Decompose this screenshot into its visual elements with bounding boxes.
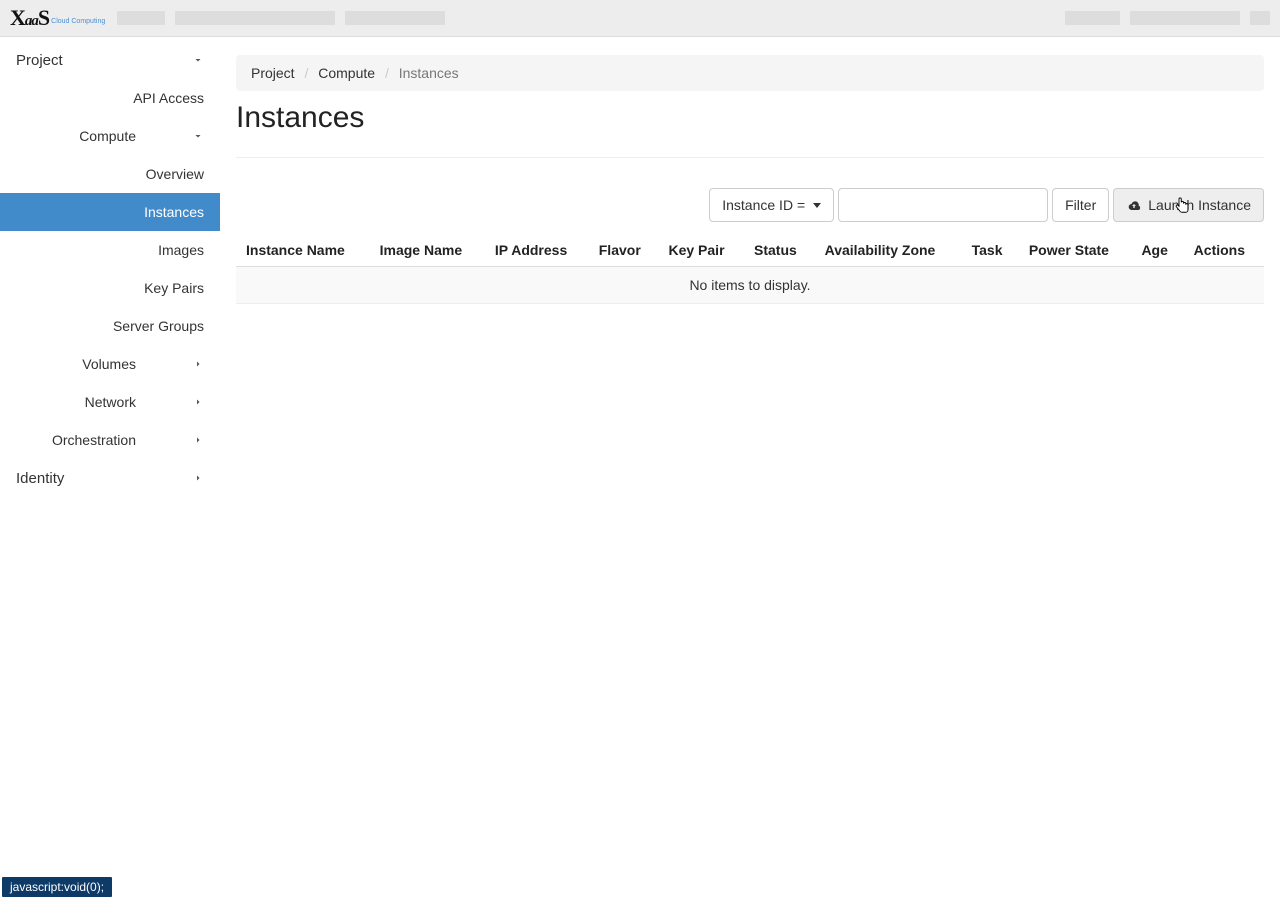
sidebar-item-label: Instances (144, 204, 204, 220)
topbar-right-placeholders (1065, 11, 1270, 25)
topbar: XaaS Cloud Computing (0, 0, 1280, 37)
sidebar-item-compute[interactable]: Compute (0, 117, 220, 155)
sidebar-item-label: Key Pairs (144, 280, 204, 296)
chevron-down-icon (192, 54, 204, 66)
sidebar-item-label: Overview (146, 166, 204, 182)
breadcrumb-sep: / (379, 65, 395, 81)
sidebar-item-label: Identity (16, 470, 64, 487)
caret-down-icon (813, 203, 821, 208)
filter-button-label: Filter (1065, 197, 1096, 213)
chevron-right-icon (192, 396, 204, 408)
filter-key-dropdown[interactable]: Instance ID = (709, 188, 834, 222)
col-availability-zone[interactable]: Availability Zone (815, 234, 962, 267)
table-toolbar: Instance ID = Filter Launch Instance (236, 188, 1264, 222)
topbar-left-placeholders (117, 11, 445, 25)
sidebar-item-label: Project (16, 52, 63, 69)
col-flavor[interactable]: Flavor (589, 234, 659, 267)
breadcrumb-compute[interactable]: Compute (318, 65, 375, 81)
filter-value-input[interactable] (838, 188, 1048, 222)
col-ip-address[interactable]: IP Address (485, 234, 589, 267)
sidebar-item-volumes[interactable]: Volumes (0, 345, 220, 383)
breadcrumb-sep: / (298, 65, 314, 81)
filter-key-label: Instance ID = (722, 197, 805, 213)
brand[interactable]: XaaS Cloud Computing (10, 5, 105, 31)
table-header-row: Instance Name Image Name IP Address Flav… (236, 234, 1264, 267)
status-bar-link: javascript:void(0); (2, 877, 112, 897)
filter-button[interactable]: Filter (1052, 188, 1109, 222)
sidebar-item-instances[interactable]: Instances (0, 193, 220, 231)
chevron-down-icon (192, 130, 204, 142)
chevron-right-icon (192, 434, 204, 446)
sidebar-item-project[interactable]: Project (0, 41, 220, 79)
main-content: Project / Compute / Instances Instances … (220, 37, 1280, 899)
col-age[interactable]: Age (1131, 234, 1183, 267)
breadcrumb-current: Instances (399, 65, 459, 81)
page-title: Instances (236, 101, 1264, 135)
chevron-right-icon (192, 472, 204, 484)
chevron-right-icon (192, 358, 204, 370)
col-task[interactable]: Task (962, 234, 1019, 267)
col-key-pair[interactable]: Key Pair (658, 234, 744, 267)
sidebar-item-api-access[interactable]: API Access (0, 79, 220, 117)
brand-sub: Cloud Computing (51, 18, 105, 25)
breadcrumb: Project / Compute / Instances (236, 55, 1264, 91)
col-instance-name[interactable]: Instance Name (236, 234, 370, 267)
sidebar-item-label: Volumes (0, 356, 192, 372)
sidebar-item-label: Compute (0, 128, 192, 144)
cloud-upload-icon (1126, 199, 1142, 211)
col-image-name[interactable]: Image Name (370, 234, 485, 267)
launch-instance-button[interactable]: Launch Instance (1113, 188, 1264, 222)
title-divider (236, 157, 1264, 158)
sidebar-item-key-pairs[interactable]: Key Pairs (0, 269, 220, 307)
launch-button-label: Launch Instance (1148, 197, 1251, 213)
instances-table: Instance Name Image Name IP Address Flav… (236, 234, 1264, 304)
sidebar-item-label: Network (0, 394, 192, 410)
sidebar-item-overview[interactable]: Overview (0, 155, 220, 193)
col-power-state[interactable]: Power State (1019, 234, 1132, 267)
col-status[interactable]: Status (744, 234, 815, 267)
sidebar-item-label: Images (158, 242, 204, 258)
sidebar-item-server-groups[interactable]: Server Groups (0, 307, 220, 345)
sidebar-item-identity[interactable]: Identity (0, 459, 220, 497)
col-actions[interactable]: Actions (1184, 234, 1264, 267)
sidebar-item-network[interactable]: Network (0, 383, 220, 421)
sidebar-item-orchestration[interactable]: Orchestration (0, 421, 220, 459)
sidebar-item-label: API Access (133, 90, 204, 106)
sidebar: Project API Access Compute Overview Inst… (0, 37, 220, 899)
table-empty-row: No items to display. (236, 267, 1264, 304)
breadcrumb-project[interactable]: Project (251, 65, 295, 81)
sidebar-item-label: Orchestration (0, 432, 192, 448)
table-empty-message: No items to display. (236, 267, 1264, 304)
sidebar-item-images[interactable]: Images (0, 231, 220, 269)
sidebar-item-label: Server Groups (113, 318, 204, 334)
brand-logo: XaaS (10, 5, 49, 31)
